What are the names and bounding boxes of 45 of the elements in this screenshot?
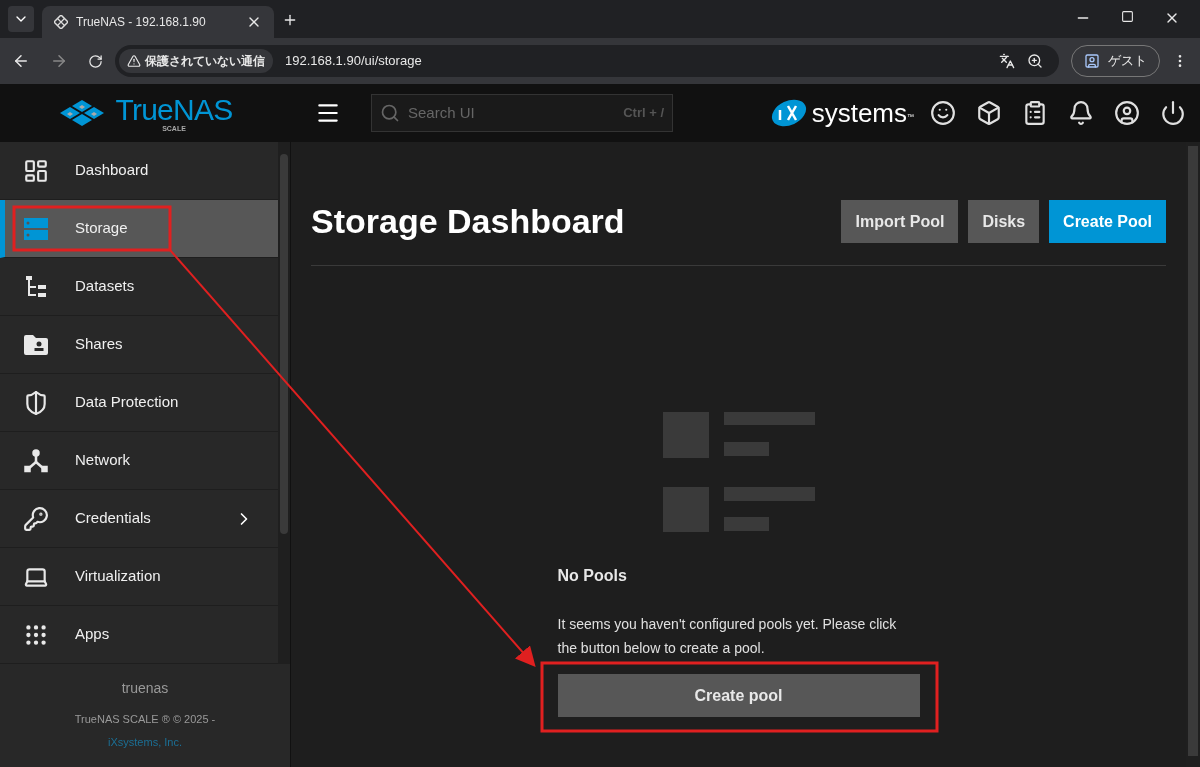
tab-title: TrueNAS - 192.168.1.90 xyxy=(76,14,207,31)
warning-icon xyxy=(127,54,141,68)
dashboard-icon xyxy=(23,157,49,184)
reload-icon[interactable] xyxy=(88,53,103,69)
browser-tab[interactable]: TrueNAS - 192.168.1.90 xyxy=(42,6,274,38)
tree-icon xyxy=(24,274,48,299)
create-pool-button[interactable]: Create pool xyxy=(557,674,920,717)
maximize-icon[interactable] xyxy=(1121,10,1134,23)
folder-user-icon xyxy=(23,333,49,356)
forward-icon[interactable] xyxy=(50,52,68,70)
cube-icon[interactable] xyxy=(976,100,1002,126)
key-icon xyxy=(23,505,49,532)
search-field[interactable]: Search UI xyxy=(408,101,616,125)
url-text: 192.168.1.90/ui/storage xyxy=(285,52,423,71)
brand-text: systems$^{™}$ xyxy=(811,100,914,126)
clipboard-icon[interactable] xyxy=(1022,100,1048,126)
account-icon[interactable] xyxy=(1114,100,1140,126)
power-icon[interactable] xyxy=(1160,100,1186,126)
copyright-text: TrueNAS SCALE ® © 2025 - xyxy=(74,712,216,727)
notifications-icon[interactable] xyxy=(1068,100,1094,126)
toolbar-button[interactable]: Disks xyxy=(968,200,1040,243)
toolbar-button[interactable]: Import Pool xyxy=(841,200,959,243)
hostname-text: truenas xyxy=(121,679,169,698)
translate-icon[interactable] xyxy=(999,53,1015,69)
empty-message: It seems you haven't configured pools yet. Please click the button below to create a pool. xyxy=(557,615,898,658)
logo-text: TrueNAS xyxy=(115,94,233,125)
sidebar-item[interactable]: Storage xyxy=(0,200,278,258)
back-icon[interactable] xyxy=(12,52,30,70)
empty-title: No Pools xyxy=(557,566,628,586)
page-title: Storage Dashboard xyxy=(311,201,625,242)
brand-logo-icon xyxy=(769,98,808,128)
security-chip[interactable]: 保護されていない通信 xyxy=(119,49,273,73)
shield-icon xyxy=(23,389,49,416)
server-icon xyxy=(23,216,49,241)
shortcut-hint: Ctrl + / xyxy=(623,104,664,123)
smiley-icon[interactable] xyxy=(930,100,956,126)
network-icon xyxy=(24,448,48,473)
profile-icon xyxy=(1084,53,1100,69)
security-label: 保護されていない通信 xyxy=(145,53,265,70)
address-bar[interactable]: 保護されていない通信 192.168.1.90/ui/storage xyxy=(115,45,1059,77)
new-tab-icon[interactable] xyxy=(282,12,298,28)
search-icon xyxy=(380,103,400,123)
site-logo-icon xyxy=(54,15,68,29)
zoom-icon[interactable] xyxy=(1027,53,1043,69)
sidebar-item[interactable]: Shares xyxy=(0,316,278,374)
